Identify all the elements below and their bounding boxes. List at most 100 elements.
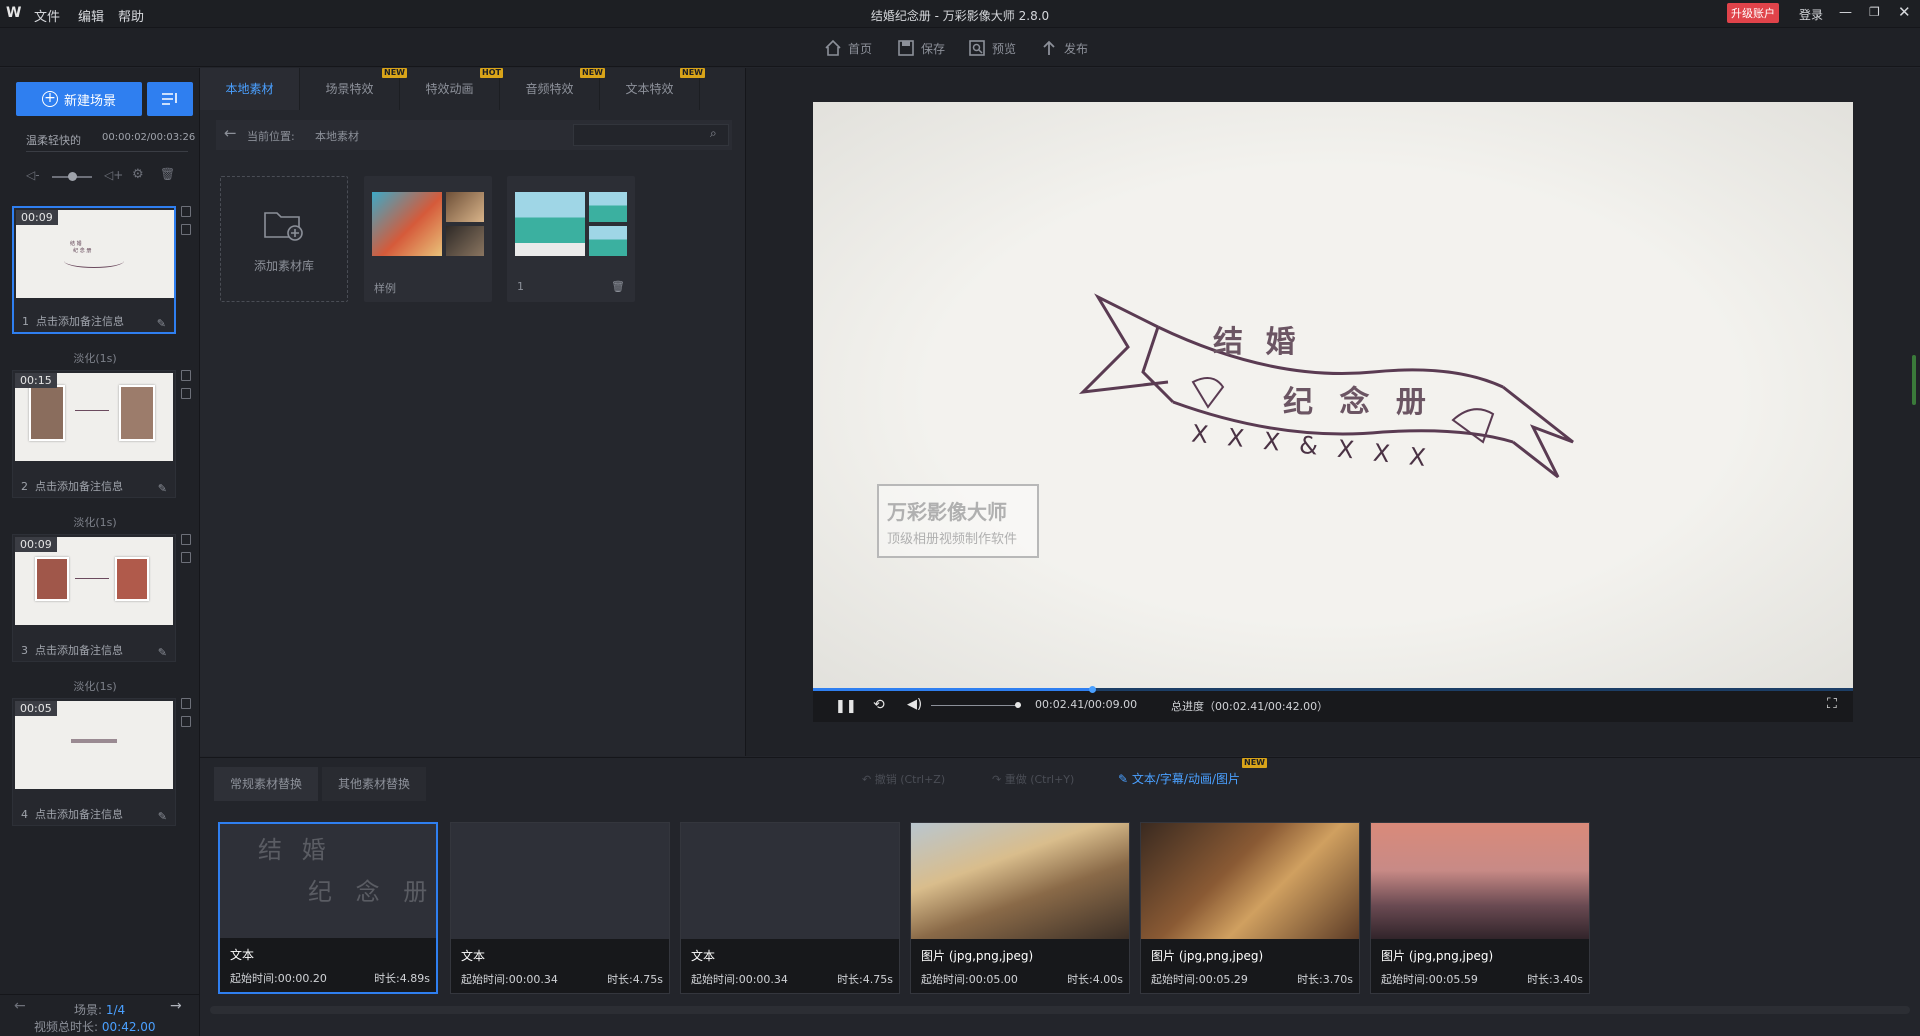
card-duration: 时长:4.75s [607, 973, 663, 986]
transition-label-3[interactable]: 淡化(1s) [0, 678, 190, 694]
replay-icon[interactable]: ⟲ [873, 697, 885, 713]
card-type: 文本 [230, 948, 255, 962]
replace-card-6[interactable]: 图片 (jpg,png,jpeg) 起始时间:00:05.59 时长:3.40s [1370, 822, 1590, 994]
scene-time: 00:02.41/00:09.00 [1035, 698, 1138, 711]
add-library-button[interactable]: 添加素材库 [220, 176, 348, 302]
next-scene-arrow-icon[interactable]: → [170, 998, 182, 1014]
window-title: 结婚纪念册 - 万彩影像大师 2.8.0 [870, 9, 1050, 23]
library-folder-1[interactable]: 1 🗑 [507, 176, 635, 302]
scene-1-note[interactable]: 1 点击添加备注信息 [22, 313, 124, 329]
scene-item-3[interactable]: 00:09 3 点击添加备注信息 ✎ [12, 534, 176, 662]
trash-icon[interactable]: 🗑 [611, 280, 625, 293]
main-toolbar: 首页 保存 预览 发布 [0, 28, 1920, 67]
delete-scene-icon[interactable] [181, 206, 191, 217]
volume-slider[interactable] [931, 705, 1021, 706]
replace-card-2[interactable]: 文本 起始时间:00:00.34 时长:4.75s [450, 822, 670, 994]
library-folder-sample[interactable]: 样例 [364, 176, 492, 302]
card-start-time: 起始时间:00:05.29 [1151, 973, 1248, 986]
delete-scene-icon[interactable] [181, 370, 191, 381]
side-handle[interactable] [1912, 355, 1916, 405]
upgrade-account-button[interactable]: 升级账户 [1727, 3, 1779, 23]
card-type: 文本 [691, 949, 716, 963]
scene-item-2[interactable]: 00:15 2 点击添加备注信息 ✎ [12, 370, 176, 498]
tab-other-replace[interactable]: 其他素材替换 [322, 767, 426, 801]
playback-progress-handle[interactable] [1088, 686, 1096, 693]
preview-label: 预览 [992, 41, 1017, 56]
tab-regular-replace[interactable]: 常规素材替换 [214, 767, 318, 801]
edit-note-icon[interactable]: ✎ [158, 646, 167, 659]
back-arrow-icon[interactable]: ← [224, 124, 237, 142]
publish-button[interactable]: 发布 [1040, 37, 1088, 59]
fullscreen-icon[interactable]: ⛶ [1827, 696, 1837, 712]
card-duration: 时长:4.89s [374, 972, 430, 985]
scene-list-button[interactable] [147, 82, 193, 116]
scene-2-note[interactable]: 2 点击添加备注信息 [21, 478, 123, 494]
scene-item-4[interactable]: 00:05 4 点击添加备注信息 ✎ [12, 698, 176, 826]
preview-button[interactable]: 预览 [968, 37, 1016, 59]
replace-card-3[interactable]: 文本 起始时间:00:00.34 时长:4.75s [680, 822, 900, 994]
edit-note-icon[interactable]: ✎ [158, 482, 167, 495]
title-line-2[interactable]: 纪 念 册 [1283, 377, 1434, 421]
card-duration: 时长:4.00s [1067, 973, 1123, 986]
replace-card-4[interactable]: 图片 (jpg,png,jpeg) 起始时间:00:05.00 时长:4.00s [910, 822, 1130, 994]
copy-scene-icon[interactable] [181, 388, 191, 399]
restore-icon[interactable]: ❐ [1869, 5, 1880, 19]
delete-scene-icon[interactable] [181, 698, 191, 709]
folder-1-thumb-1 [515, 192, 585, 256]
save-button[interactable]: 保存 [897, 37, 945, 59]
title-line-1[interactable]: 结 婚 [1213, 317, 1301, 361]
watermark-subtitle: 顶级相册视频制作软件 [887, 532, 1018, 547]
gear-icon[interactable]: ⚙ [132, 167, 144, 182]
card-type: 图片 (jpg,png,jpeg) [1381, 949, 1494, 963]
tab-local-assets[interactable]: 本地素材 [200, 68, 300, 110]
volume-up-icon[interactable]: ◁+ [104, 168, 123, 182]
menu-help[interactable]: 帮助 [118, 6, 144, 25]
card-duration: 时长:3.70s [1297, 973, 1353, 986]
volume-handle[interactable] [1015, 702, 1021, 708]
search-icon[interactable]: ⌕ [710, 126, 717, 141]
copy-scene-icon[interactable] [181, 716, 191, 727]
photo-couple-kiss [1141, 823, 1359, 941]
edit-note-icon[interactable]: ✎ [158, 810, 167, 823]
prev-scene-arrow-icon[interactable]: ← [14, 998, 26, 1014]
edit-note-icon[interactable]: ✎ [157, 317, 166, 330]
transition-label-2[interactable]: 淡化(1s) [0, 514, 190, 530]
new-tag: NEW [1242, 758, 1267, 768]
replace-card-5[interactable]: 图片 (jpg,png,jpeg) 起始时间:00:05.29 时长:3.70s [1140, 822, 1360, 994]
location-label: 当前位置: [247, 130, 295, 143]
card-start-time: 起始时间:00:05.00 [921, 973, 1018, 986]
redo-button[interactable]: ↷ 重做 (Ctrl+Y) [992, 771, 1074, 787]
menu-edit[interactable]: 编辑 [78, 6, 104, 25]
copy-scene-icon[interactable] [181, 552, 191, 563]
preview-canvas[interactable]: 结 婚 纪 念 册 X X X & X X X 万彩影像大师 顶级相册视频制作软… [813, 102, 1853, 688]
scene-item-1[interactable]: 结 婚 纪 念 册 00:09 1 点击添加备注信息 ✎ [12, 206, 176, 334]
scene-3-note[interactable]: 3 点击添加备注信息 [21, 642, 123, 658]
total-duration: 视频总时长: 00:42.00 [34, 1020, 156, 1034]
trash-icon[interactable]: 🗑 [160, 167, 175, 181]
plus-circle-icon: + [41, 91, 58, 107]
volume-icon[interactable]: ◀) [907, 697, 922, 712]
search-input[interactable] [573, 124, 729, 146]
home-button[interactable]: 首页 [824, 37, 872, 59]
transition-label-1[interactable]: 淡化(1s) [0, 350, 190, 366]
minimize-icon[interactable]: — [1839, 5, 1852, 20]
library-folder-label: 1 [517, 280, 524, 293]
close-icon[interactable]: ✕ [1898, 3, 1911, 21]
scene-1-duration: 00:09 [16, 210, 58, 225]
login-button[interactable]: 登录 [1799, 6, 1823, 23]
horizontal-scrollbar[interactable] [210, 1006, 1910, 1014]
volume-down-icon[interactable]: ◁- [26, 168, 40, 182]
menu-file[interactable]: 文件 [34, 6, 60, 25]
copy-scene-icon[interactable] [181, 224, 191, 235]
photo-couple-sunset [1371, 823, 1589, 941]
pause-icon[interactable]: ❚❚ [835, 699, 857, 714]
delete-scene-icon[interactable] [181, 534, 191, 545]
edit-text-button[interactable]: ✎ 文本/字幕/动画/图片 [1118, 770, 1240, 787]
card-start-time: 起始时间:00:00.34 [461, 973, 558, 986]
replace-card-1[interactable]: 结 婚 纪 念 册 文本 起始时间:00:00.20 时长:4.89s [218, 822, 438, 994]
volume-slider-handle[interactable] [68, 172, 77, 181]
undo-button[interactable]: ↶ 撤销 (Ctrl+Z) [862, 771, 945, 787]
new-tag: NEW [382, 68, 407, 78]
new-scene-button[interactable]: + 新建场景 [16, 82, 142, 116]
scene-4-note[interactable]: 4 点击添加备注信息 [21, 806, 123, 822]
